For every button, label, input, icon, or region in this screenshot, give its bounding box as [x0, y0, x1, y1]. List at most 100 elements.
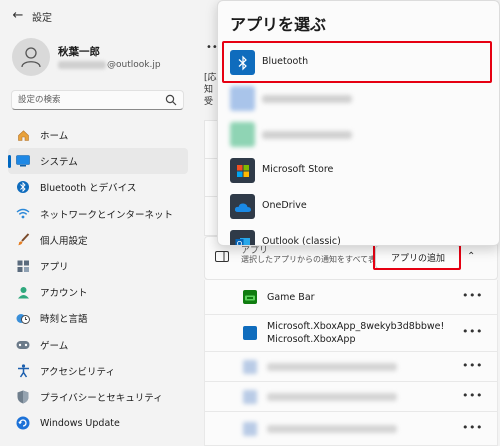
game-bar-icon: [243, 290, 257, 304]
app-name: Game Bar: [267, 292, 315, 303]
app-row-redacted[interactable]: •••: [204, 352, 498, 382]
window-title: 設定: [32, 13, 52, 24]
hint-line: 知: [204, 85, 214, 95]
selection-indicator: [8, 155, 11, 169]
app-option-label: Outlook (classic): [262, 236, 341, 246]
sidebar-item-home[interactable]: ホーム: [8, 122, 188, 148]
redacted-app-name: [267, 424, 397, 433]
add-app-button[interactable]: アプリの追加: [375, 245, 461, 269]
sidebar-item-network[interactable]: ネットワークとインターネット: [8, 201, 188, 227]
person-icon: [21, 47, 41, 68]
more-options-icon[interactable]: •••: [462, 325, 483, 338]
sidebar-item-accounts[interactable]: アカウント: [8, 279, 188, 305]
sidebar-item-gaming[interactable]: ゲーム: [8, 332, 188, 358]
more-options-icon[interactable]: •••: [462, 359, 483, 372]
bluetooth-icon: [16, 180, 30, 194]
svg-text:O: O: [236, 240, 242, 247]
microsoft-store-icon: [230, 158, 255, 183]
wifi-icon: [16, 207, 30, 221]
app-option-label: OneDrive: [262, 200, 307, 211]
redacted-app-name: [262, 95, 352, 103]
sidebar-nav: ホーム システム Bluetooth とデバイス ネットワークとインターネット …: [8, 122, 188, 436]
sidebar-item-label: Windows Update: [40, 417, 120, 429]
app-option-label: Bluetooth: [262, 56, 309, 67]
email-redacted: [58, 61, 106, 69]
sidebar-item-label: プライバシーとセキュリティ: [40, 392, 163, 404]
update-icon: [16, 416, 30, 430]
app-option-outlook[interactable]: O Outlook (classic): [218, 224, 499, 247]
sidebar-item-accessibility[interactable]: アクセシビリティ: [8, 358, 188, 384]
sidebar-item-apps[interactable]: アプリ: [8, 253, 188, 279]
clock-globe-icon: [16, 311, 30, 325]
redacted-app-name: [262, 131, 352, 139]
sidebar-item-label: Bluetooth とデバイス: [40, 183, 137, 195]
gamepad-icon: [16, 338, 30, 352]
redacted-app-icon: [230, 122, 255, 147]
more-options-icon[interactable]: •••: [462, 289, 483, 302]
sidebar-item-personalization[interactable]: 個人用設定: [8, 227, 188, 253]
redacted-app-icon: [230, 86, 255, 111]
sidebar-item-windows-update[interactable]: Windows Update: [8, 410, 188, 436]
shield-icon: [16, 390, 30, 404]
app-row-redacted[interactable]: •••: [204, 382, 498, 412]
app-option-onedrive[interactable]: OneDrive: [218, 188, 499, 225]
app-picker-popup: アプリを選ぶ Bluetooth Microsoft Store OneDriv…: [217, 0, 500, 246]
more-options-icon[interactable]: •••: [462, 389, 483, 402]
app-option-redacted[interactable]: [218, 80, 499, 117]
user-email: @outlook.jp: [58, 60, 161, 70]
sidebar-item-system[interactable]: システム: [8, 148, 188, 175]
chevron-up-icon[interactable]: ⌃: [467, 251, 475, 262]
hint-line: [応: [204, 73, 217, 83]
back-arrow-icon[interactable]: ←: [8, 6, 28, 26]
sidebar-item-time-language[interactable]: 時刻と言語: [8, 305, 188, 331]
xbox-app-icon: [243, 326, 257, 340]
sidebar-item-label: ホーム: [40, 131, 69, 143]
app-notification-icon: [215, 251, 229, 262]
more-options-icon[interactable]: •••: [462, 421, 483, 434]
email-suffix: @outlook.jp: [107, 60, 161, 70]
sidebar-item-label: 個人用設定: [40, 235, 88, 247]
sidebar-item-privacy[interactable]: プライバシーとセキュリティ: [8, 384, 188, 410]
popup-title: アプリを選ぶ: [230, 15, 327, 34]
outlook-icon: O: [230, 230, 255, 247]
sidebar-item-label: アカウント: [40, 288, 88, 300]
accessibility-icon: [16, 364, 30, 378]
search-icon[interactable]: [165, 94, 177, 106]
bluetooth-app-icon: [230, 50, 255, 75]
search-input[interactable]: [12, 91, 162, 109]
sidebar-item-label: アクセシビリティ: [40, 366, 115, 378]
redacted-app-name: [267, 362, 397, 371]
app-option-microsoft-store[interactable]: Microsoft Store: [218, 152, 499, 189]
apps-icon: [16, 259, 30, 273]
redacted-app-icon: [243, 421, 257, 436]
onedrive-icon: [230, 194, 255, 219]
sidebar-item-bluetooth[interactable]: Bluetooth とデバイス: [8, 174, 188, 200]
settings-card: [204, 196, 218, 236]
app-row-redacted[interactable]: •••: [204, 412, 498, 446]
sidebar-item-label: システム: [40, 157, 78, 169]
avatar: [12, 38, 50, 76]
redacted-app-icon: [243, 389, 257, 404]
sidebar-item-label: ネットワークとインターネット: [40, 209, 174, 221]
settings-search: [11, 90, 184, 110]
app-row-xbox[interactable]: Microsoft.XboxApp_8wekyb3d8bbwe! Microso…: [204, 315, 498, 352]
redacted-app-name: [267, 392, 397, 401]
system-icon: [16, 154, 30, 168]
settings-card: [204, 158, 218, 198]
app-option-label: Microsoft Store: [262, 164, 334, 175]
notification-hint: [応 知 受: [204, 72, 217, 108]
home-icon: [16, 128, 30, 142]
hint-line: 受: [204, 97, 214, 107]
redacted-app-icon: [243, 359, 257, 374]
brush-icon: [16, 233, 30, 247]
app-option-bluetooth[interactable]: Bluetooth: [218, 44, 499, 81]
account-icon: [16, 285, 30, 299]
app-row-game-bar[interactable]: Game Bar •••: [204, 280, 498, 315]
user-profile[interactable]: 秋葉一郎 @outlook.jp: [12, 38, 202, 78]
sidebar-item-label: アプリ: [40, 262, 69, 274]
sidebar-item-label: ゲーム: [40, 340, 69, 352]
app-option-redacted[interactable]: [218, 116, 499, 153]
user-name: 秋葉一郎: [58, 46, 100, 58]
sidebar-item-label: 時刻と言語: [40, 314, 88, 326]
app-name: Microsoft.XboxApp_8wekyb3d8bbwe! Microso…: [267, 321, 445, 345]
